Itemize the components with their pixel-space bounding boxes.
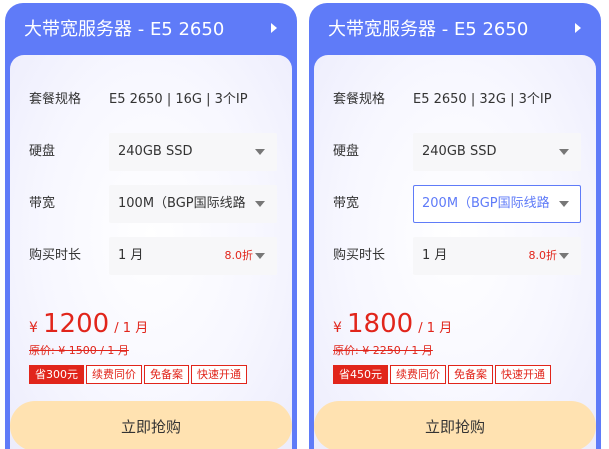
card-body: 套餐规格 E5 2650 | 16G | 3个IP 硬盘 240GB SSD 带… [10,55,292,449]
currency-symbol: ¥ [29,320,38,336]
card-body: 套餐规格 E5 2650 | 32G | 3个IP 硬盘 240GB SSD 带… [314,55,596,449]
price-value: 1200 [43,309,110,339]
disk-row: 硬盘 240GB SSD [333,133,583,171]
bandwidth-select-value: 100M（BGP国际线路） [118,196,246,211]
savings-tag: 省300元 [29,365,84,384]
spec-value: E5 2650 | 16G | 3个IP [109,92,248,107]
duration-select[interactable]: 1 月 8.0折 [413,237,581,275]
bandwidth-select[interactable]: 200M（BGP国际线路） [413,185,581,223]
buy-now-button[interactable]: 立即抢购 [314,401,596,449]
disk-select[interactable]: 240GB SSD [413,133,581,171]
spec-label: 套餐规格 [29,92,82,107]
arrow-right-icon[interactable] [271,23,277,33]
original-price: 原价: ¥ 2250 / 1 月 [333,344,433,357]
card-header[interactable]: 大带宽服务器 - E5 2650 [5,3,297,57]
duration-label: 购买时长 [333,248,386,263]
discount-label: 8.0折 [224,249,254,262]
duration-row: 购买时长 1 月 8.0折 [333,237,583,275]
original-price: 原价: ¥ 1500 / 1 月 [29,344,129,357]
discount-label: 8.0折 [528,249,558,262]
feature-tag: 免备案 [144,365,189,384]
price-line: ¥ 1200 / 1 月 [29,309,148,339]
disk-select[interactable]: 240GB SSD [109,133,277,171]
card-header[interactable]: 大带宽服务器 - E5 2650 [309,3,601,57]
duration-row: 购买时长 1 月 8.0折 [29,237,279,275]
bandwidth-label: 带宽 [333,196,360,211]
arrow-right-icon[interactable] [575,23,581,33]
bandwidth-select[interactable]: 100M（BGP国际线路） [109,185,277,223]
disk-label: 硬盘 [29,144,56,159]
spec-value: E5 2650 | 32G | 3个IP [413,92,552,107]
chevron-down-icon [559,149,569,155]
savings-tag: 省450元 [333,365,388,384]
feature-tag: 续费同价 [390,365,446,384]
disk-label: 硬盘 [333,144,360,159]
price-line: ¥ 1800 / 1 月 [333,309,452,339]
price-value: 1800 [347,309,414,339]
card-title: 大带宽服务器 - E5 2650 [328,19,529,40]
tag-list: 省450元 续费同价 免备案 快速开通 [333,365,553,385]
bandwidth-row: 带宽 100M（BGP国际线路） [29,185,279,223]
feature-tag: 快速开通 [495,365,551,384]
spec-label: 套餐规格 [333,92,386,107]
card-title: 大带宽服务器 - E5 2650 [24,19,225,40]
spec-row: 套餐规格 E5 2650 | 32G | 3个IP [333,81,583,119]
chevron-down-icon [255,201,265,207]
feature-tag: 快速开通 [191,365,247,384]
feature-tag: 续费同价 [86,365,142,384]
price-period: / 1 月 [114,321,149,336]
disk-row: 硬盘 240GB SSD [29,133,279,171]
chevron-down-icon [559,253,569,259]
tag-list: 省300元 续费同价 免备案 快速开通 [29,365,249,385]
feature-tag: 免备案 [448,365,493,384]
duration-select[interactable]: 1 月 8.0折 [109,237,277,275]
price-period: / 1 月 [418,321,453,336]
buy-now-button[interactable]: 立即抢购 [10,401,292,449]
bandwidth-row: 带宽 200M（BGP国际线路） [333,185,583,223]
currency-symbol: ¥ [333,320,342,336]
spec-row: 套餐规格 E5 2650 | 16G | 3个IP [29,81,279,119]
bandwidth-label: 带宽 [29,196,56,211]
chevron-down-icon [559,201,569,207]
product-card-1: 大带宽服务器 - E5 2650 套餐规格 E5 2650 | 16G | 3个… [5,3,297,449]
disk-select-value: 240GB SSD [422,144,497,159]
disk-select-value: 240GB SSD [118,144,193,159]
chevron-down-icon [255,253,265,259]
bandwidth-select-value: 200M（BGP国际线路） [422,196,550,211]
product-card-2: 大带宽服务器 - E5 2650 套餐规格 E5 2650 | 32G | 3个… [309,3,601,449]
duration-label: 购买时长 [29,248,82,263]
chevron-down-icon [255,149,265,155]
